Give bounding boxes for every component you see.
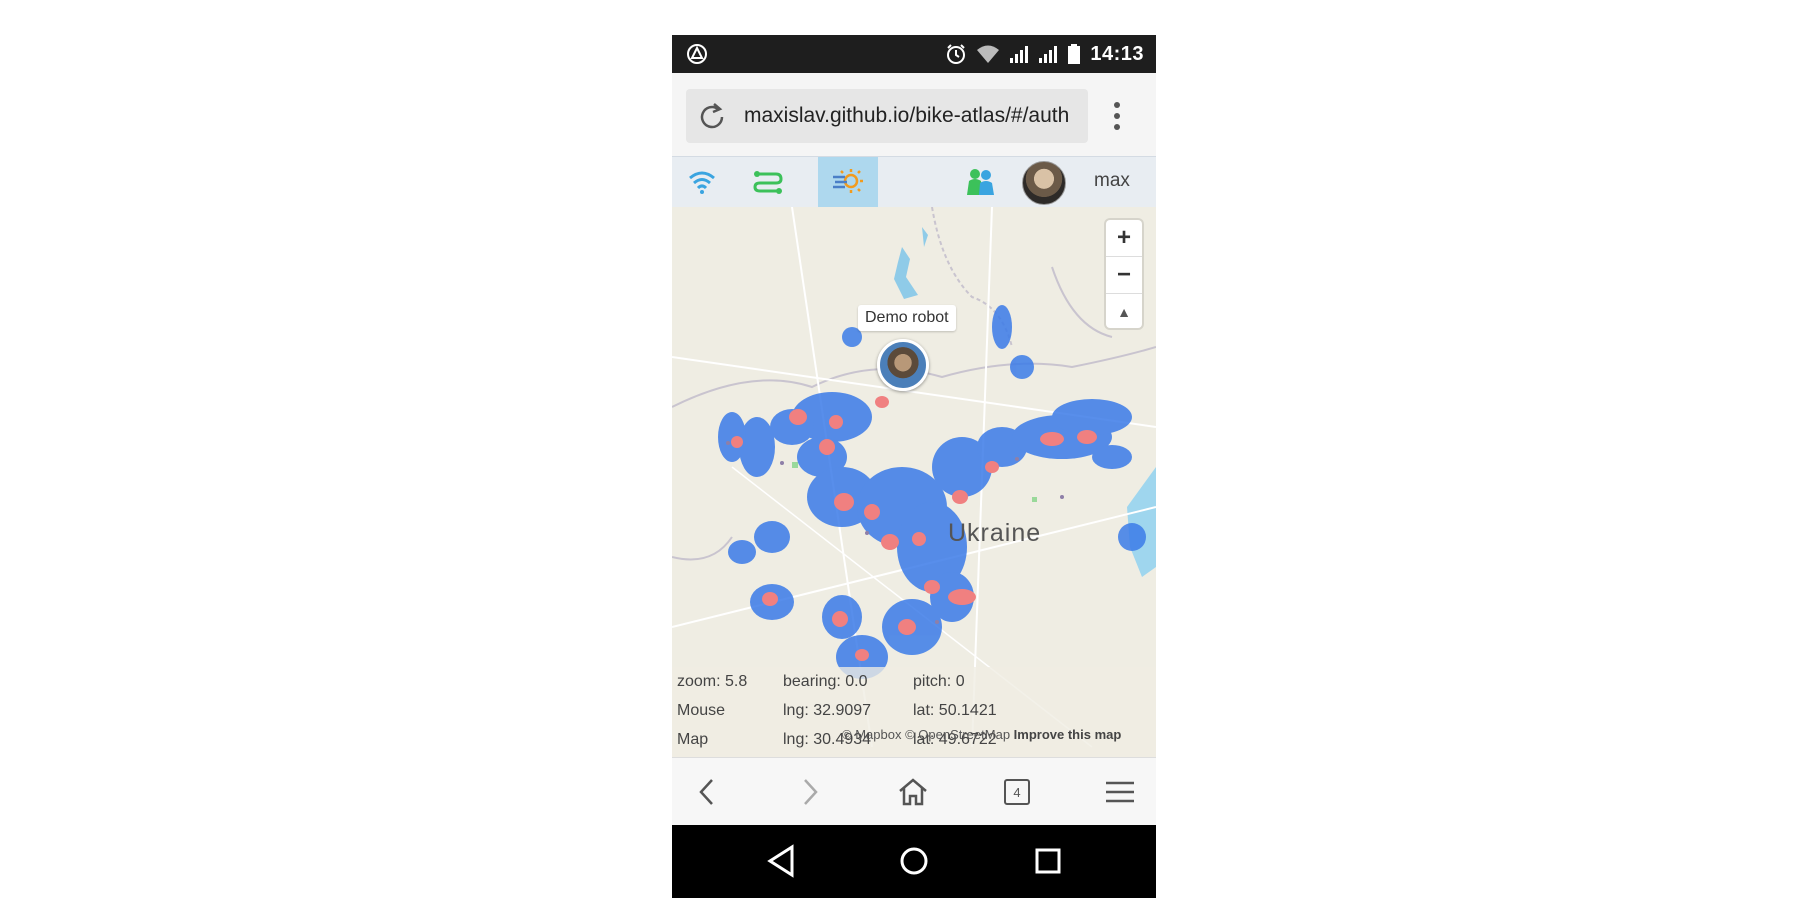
compass-icon: ▲ xyxy=(1117,304,1131,320)
robot-marker[interactable] xyxy=(877,339,929,391)
android-nav-bar xyxy=(672,825,1156,898)
map-info-panel: zoom: 5.8 bearing: 0.0 pitch: 0 Mouse ln… xyxy=(672,667,1156,757)
map-view[interactable]: + − ▲ Demo robot Ukraine zoom: 5.8 beari… xyxy=(672,207,1156,757)
friends-button[interactable] xyxy=(958,157,1002,207)
zoom-in-button[interactable]: + xyxy=(1106,220,1142,257)
app-toolbar: max xyxy=(672,156,1156,208)
overflow-menu-icon[interactable] xyxy=(1112,101,1122,131)
zoom-out-button[interactable]: − xyxy=(1106,257,1142,294)
robot-label: Demo robot xyxy=(858,305,956,331)
url-text[interactable]: maxislav.github.io/bike-atlas/#/auth xyxy=(744,104,1069,128)
username[interactable]: max xyxy=(1094,170,1130,192)
url-bar[interactable]: maxislav.github.io/bike-atlas/#/auth xyxy=(686,89,1088,143)
mouse-lng: lng: 32.9097 xyxy=(783,702,872,719)
back-icon xyxy=(699,779,713,805)
country-label: Ukraine xyxy=(948,519,1042,547)
zoom-control: + − ▲ xyxy=(1106,220,1142,328)
alarm-icon xyxy=(947,44,966,64)
weather-button[interactable] xyxy=(818,157,878,207)
menu-icon xyxy=(1106,781,1134,803)
route-icon xyxy=(753,171,783,194)
mouse-lat: lat: 50.1421 xyxy=(913,702,997,719)
clock: 14:13 xyxy=(1090,42,1144,65)
map-center-label: Map xyxy=(677,731,709,748)
browser-toolbar: maxislav.github.io/bike-atlas/#/auth xyxy=(672,73,1156,156)
forward-icon xyxy=(804,779,818,805)
osm-link[interactable]: © OpenStreetMap xyxy=(905,727,1010,742)
android-home-icon[interactable] xyxy=(896,843,932,879)
compass-button[interactable]: ▲ xyxy=(1106,294,1142,330)
tab-count: 4 xyxy=(1013,784,1021,800)
signal-icon xyxy=(1039,46,1058,63)
routes-button[interactable] xyxy=(738,157,798,207)
pitch-readout: pitch: 0 xyxy=(913,673,965,690)
improve-map-link[interactable]: Improve this map xyxy=(1014,727,1122,742)
tabs-button[interactable]: 4 xyxy=(997,772,1037,812)
browser-bottom-nav: 4 xyxy=(672,757,1156,826)
signal-icon xyxy=(1010,46,1029,63)
android-back-icon[interactable] xyxy=(764,843,800,879)
home-button[interactable] xyxy=(893,772,933,812)
menu-button[interactable] xyxy=(1100,772,1140,812)
forward-button[interactable] xyxy=(790,772,830,812)
status-bar: 14:13 xyxy=(672,35,1156,73)
zoom-readout: zoom: 5.8 xyxy=(677,673,748,690)
android-recents-icon[interactable] xyxy=(1030,843,1066,879)
weather-icon xyxy=(833,169,863,193)
bearing-readout: bearing: 0.0 xyxy=(783,673,868,690)
mapbox-link[interactable]: © Mapbox xyxy=(842,727,901,742)
wifi-icon xyxy=(689,171,715,194)
map-attribution: © Mapbox © OpenStreetMap Improve this ma… xyxy=(842,727,1121,742)
app-notification-icon xyxy=(687,44,707,64)
tabs-icon: 4 xyxy=(1004,779,1030,805)
home-icon xyxy=(899,778,927,806)
tracking-button[interactable] xyxy=(672,157,732,207)
reload-icon[interactable] xyxy=(696,101,728,133)
phone-screen: 14:13 maxislav.github.io/bike-atlas/#/au… xyxy=(672,35,1156,898)
user-avatar[interactable] xyxy=(1022,161,1066,205)
friends-icon xyxy=(967,169,994,195)
wifi-icon xyxy=(977,45,1000,63)
battery-icon xyxy=(1068,44,1081,64)
back-button[interactable] xyxy=(687,772,727,812)
mouse-label: Mouse xyxy=(677,702,726,719)
